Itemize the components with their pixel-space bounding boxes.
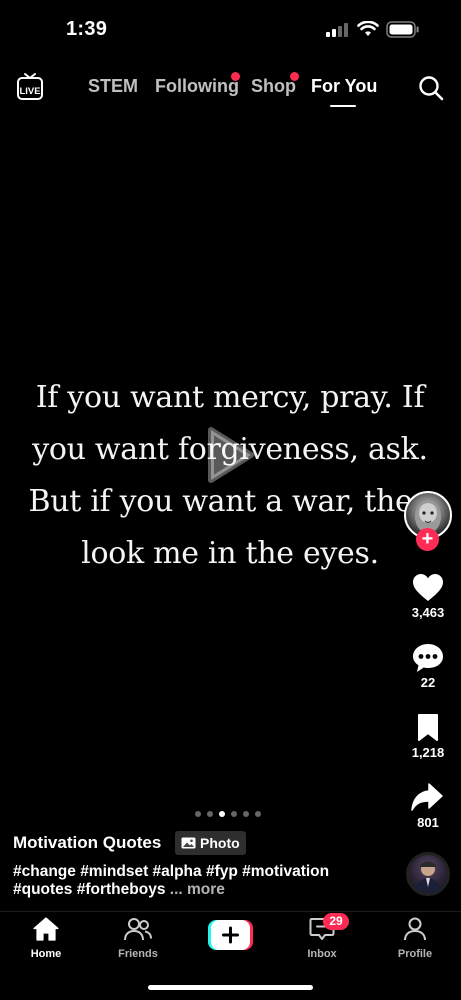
music-disc-avatar[interactable] <box>406 852 450 896</box>
battery-icon <box>386 21 419 38</box>
pagination-dot <box>255 811 261 817</box>
quote-line: If you want mercy, pray. If <box>35 380 425 415</box>
tab-following[interactable]: Following <box>155 76 239 97</box>
pagination-dot <box>207 811 213 817</box>
following-notification-dot <box>231 72 240 81</box>
tab-for-you[interactable]: For You <box>311 76 377 97</box>
home-icon <box>33 917 59 941</box>
comment-count: 22 <box>420 675 436 690</box>
status-time: 1:39 <box>66 18 108 40</box>
nav-friends[interactable]: Friends <box>103 917 173 960</box>
cellular-signal-icon <box>326 23 348 37</box>
shop-notification-dot <box>290 72 299 81</box>
nav-home[interactable]: Home <box>11 917 81 960</box>
caption-hashtags-line2[interactable]: #quotes #fortheboys ... more <box>13 881 225 899</box>
tab-shop[interactable]: Shop <box>251 76 296 97</box>
nav-home-label: Home <box>30 948 62 960</box>
tab-stem[interactable]: STEM <box>88 76 138 97</box>
bottom-nav-divider <box>0 911 461 912</box>
share-count: 801 <box>417 815 439 830</box>
inbox-count-badge: 29 <box>323 913 349 930</box>
follow-button[interactable]: + <box>416 528 439 551</box>
heart-icon[interactable] <box>412 573 444 603</box>
nav-inbox-label: Inbox <box>307 948 337 960</box>
image-icon <box>181 837 196 849</box>
svg-text:LIVE: LIVE <box>19 86 40 97</box>
friends-icon <box>124 918 152 941</box>
bookmark-count: 1,218 <box>411 745 445 760</box>
caption-hashtags-text[interactable]: #quotes #fortheboys <box>13 881 165 898</box>
photo-badge: Photo <box>175 831 246 855</box>
profile-icon <box>404 917 426 941</box>
pagination-dot <box>231 811 237 817</box>
pagination-dot-active <box>219 811 225 817</box>
bookmark-icon[interactable] <box>417 713 439 741</box>
comment-icon[interactable] <box>412 643 444 673</box>
quote-line: look me in the eyes. <box>81 536 379 571</box>
author-name[interactable]: Motivation Quotes <box>13 833 161 853</box>
photo-badge-label: Photo <box>200 835 240 851</box>
nav-friends-label: Friends <box>118 948 158 960</box>
home-indicator[interactable] <box>148 985 313 990</box>
play-icon[interactable] <box>207 426 255 484</box>
live-icon[interactable]: LIVE <box>16 72 44 102</box>
share-icon[interactable] <box>411 783 443 811</box>
nav-profile-label: Profile <box>397 948 433 960</box>
create-button[interactable] <box>208 920 253 950</box>
like-count: 3,463 <box>411 605 445 620</box>
more-link[interactable]: ... more <box>170 881 225 898</box>
pagination-dots <box>195 811 261 817</box>
nav-profile[interactable]: Profile <box>380 917 450 960</box>
pagination-dot <box>243 811 249 817</box>
active-tab-indicator <box>330 105 356 107</box>
search-icon[interactable] <box>418 75 444 101</box>
wifi-icon <box>357 21 379 36</box>
pagination-dot <box>195 811 201 817</box>
caption-hashtags[interactable]: #change #mindset #alpha #fyp #motivation <box>13 863 329 881</box>
